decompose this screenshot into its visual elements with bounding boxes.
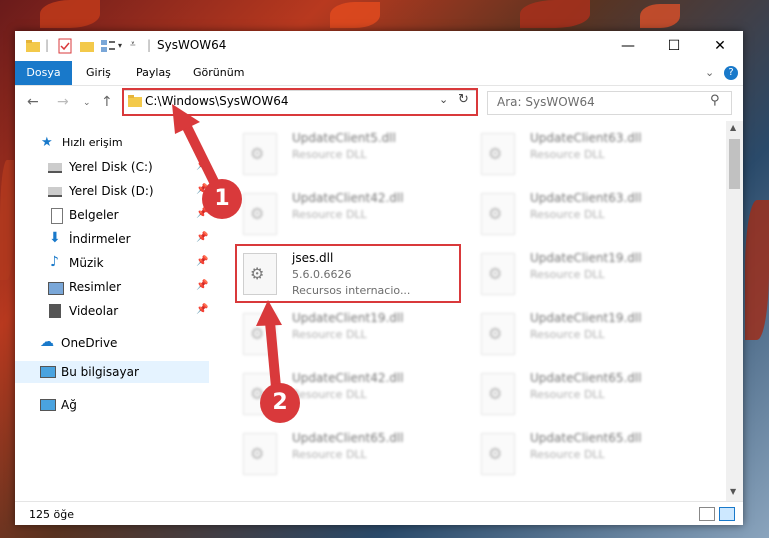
- step-1-badge: 1: [202, 179, 242, 219]
- step-2-badge: 2: [260, 383, 300, 423]
- annotation-arrow-1: [172, 104, 282, 399]
